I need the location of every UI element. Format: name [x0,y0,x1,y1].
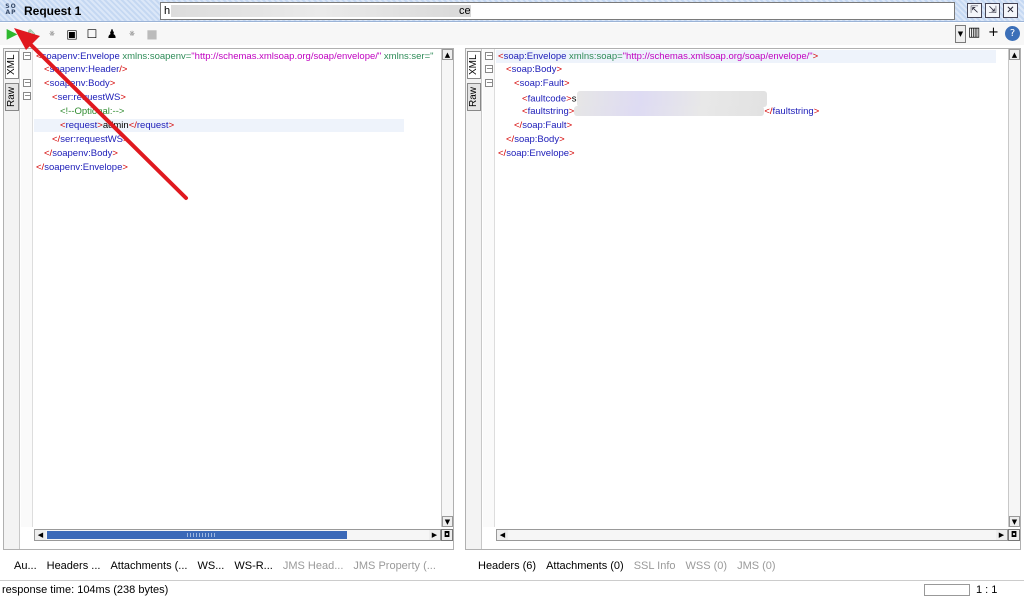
endpoint-url-field[interactable]: h ce [160,2,955,20]
request-toolbar: ▶ ✎ ☼ ▣ ☐ ♟ ☼ ■ [0,23,1024,45]
scroll-up-icon[interactable]: ▲ [1009,49,1020,60]
xml-line: <faultstring> </faultstring> [522,106,820,117]
tab-response-headers[interactable]: Headers (6) [478,560,536,576]
xml-line: </soapenv:Envelope> [36,162,128,173]
tab-jms[interactable]: JMS (0) [737,560,776,576]
editor-corner-icon[interactable]: ◘ [441,529,453,541]
user-icon[interactable]: ♟ [104,26,120,42]
disabled-icon: ■ [146,27,158,41]
request-xml-editor[interactable]: <soapenv:Envelope xmlns:soapenv="http://… [34,49,441,527]
url-prefix: h [164,5,171,17]
scroll-left-icon[interactable]: ◀ [35,530,46,540]
scroll-left-icon[interactable]: ◀ [497,530,508,540]
vertical-scrollbar[interactable]: ▲ ▼ [441,49,453,527]
fold-gutter: − − − [21,49,33,527]
tab-jms-headers[interactable]: JMS Head... [283,560,344,576]
tab-ssl-info[interactable]: SSL Info [634,560,676,576]
settings-icon[interactable]: ☼ [124,26,140,42]
request-bottom-tabs: Au... Headers ... Attachments (... WS...… [14,560,446,576]
tab-jms-property[interactable]: JMS Property (... [353,560,436,576]
tab-raw[interactable]: Raw [5,83,19,111]
scroll-right-icon[interactable]: ▶ [429,530,440,540]
stop-icon[interactable]: ✎ [24,26,40,42]
scroll-thumb[interactable] [47,531,347,539]
tab-attachments[interactable]: Attachments (... [110,560,187,576]
maximize-icon[interactable]: ⇲ [985,3,1000,18]
fold-toggle-icon[interactable]: − [23,92,31,100]
fold-toggle-icon[interactable]: − [485,52,493,60]
xml-line: </soapenv:Body> [44,148,118,159]
fold-gutter: − − − [483,49,495,527]
tab-ws-r[interactable]: WS-R... [234,560,273,576]
fold-toggle-icon[interactable]: − [23,52,31,60]
xml-line: <soap:Fault> [514,78,570,89]
tab-headers[interactable]: Headers ... [47,560,101,576]
status-field [924,584,970,596]
scroll-down-icon[interactable]: ▼ [442,516,453,527]
xml-comment: <!--Optional:--> [60,106,125,117]
fold-toggle-icon[interactable]: − [485,79,493,87]
tab-auth[interactable]: Au... [14,560,37,576]
redacted-text [574,106,765,117]
xml-line: <soapenv:Body> [44,78,116,89]
window-title: Request 1 [24,3,82,18]
xml-line: </soap:Envelope> [498,148,575,159]
restore-icon[interactable]: ⇱ [967,3,982,18]
xml-line: <soapenv:Envelope xmlns:soapenv="http://… [36,51,434,62]
xml-line: <soap:Body> [506,64,563,75]
fold-toggle-icon[interactable]: − [485,65,493,73]
response-xml-editor[interactable]: <soap:Envelope xmlns:soap="http://schema… [496,49,1008,527]
xml-line: <ser:requestWS> [52,92,126,103]
tab-raw[interactable]: Raw [467,83,481,111]
editor-corner-icon[interactable]: ◘ [1008,529,1020,541]
fold-toggle-icon[interactable]: − [23,79,31,87]
scroll-right-icon[interactable]: ▶ [996,530,1007,540]
vertical-scrollbar[interactable]: ▲ ▼ [1008,49,1020,527]
tab-xml[interactable]: XML [5,51,19,79]
response-time: response time: 104ms (238 bytes) [2,584,169,596]
panel-layout-icon[interactable]: ▥ [968,25,980,40]
tab-xml[interactable]: XML [467,51,481,79]
tab-wss[interactable]: WSS (0) [686,560,728,576]
add-endpoint-icon[interactable]: + [988,25,999,40]
request-editor-panel: XML Raw − − − <soapenv:Envelope xmlns:so… [3,48,454,550]
url-redacted [171,5,471,17]
url-suffix: ce [459,5,471,17]
cursor-position: 1 : 1 [976,584,998,596]
tab-ws[interactable]: WS... [197,560,224,576]
xml-line: <soapenv:Header/> [44,64,128,75]
xml-line: </soap:Fault> [514,120,573,131]
response-bottom-tabs: Headers (6) Attachments (0) SSL Info WSS… [478,560,786,576]
status-bar: response time: 104ms (238 bytes) 1 : 1 [0,580,1024,599]
tab-response-attachments[interactable]: Attachments (0) [546,560,624,576]
xml-line-current: <request>admin</request> [34,119,404,132]
scroll-up-icon[interactable]: ▲ [442,49,453,60]
url-dropdown-icon[interactable]: ▼ [955,25,966,43]
clone-icon[interactable]: ▣ [64,26,80,42]
soapui-logo-icon: SO AP [5,2,17,16]
xml-line-current: <soap:Envelope xmlns:soap="http://schema… [496,50,996,63]
blank-icon[interactable]: ☐ [84,26,100,42]
close-icon[interactable]: ✕ [1003,3,1018,18]
xml-line: <faultcode>s [522,91,768,107]
horizontal-scrollbar[interactable]: ◀ ▶ [34,529,441,541]
horizontal-scrollbar[interactable]: ◀ ▶ [496,529,1008,541]
scroll-down-icon[interactable]: ▼ [1009,516,1020,527]
response-editor-panel: XML Raw − − − <soap:Envelope xmlns:soap=… [465,48,1021,550]
help-icon[interactable]: ? [1005,26,1020,41]
xml-line: </ser:requestWS> [52,134,129,145]
add-assertion-icon[interactable]: ☼ [44,26,60,42]
xml-line: </soap:Body> [506,134,565,145]
play-icon[interactable]: ▶ [4,26,20,42]
